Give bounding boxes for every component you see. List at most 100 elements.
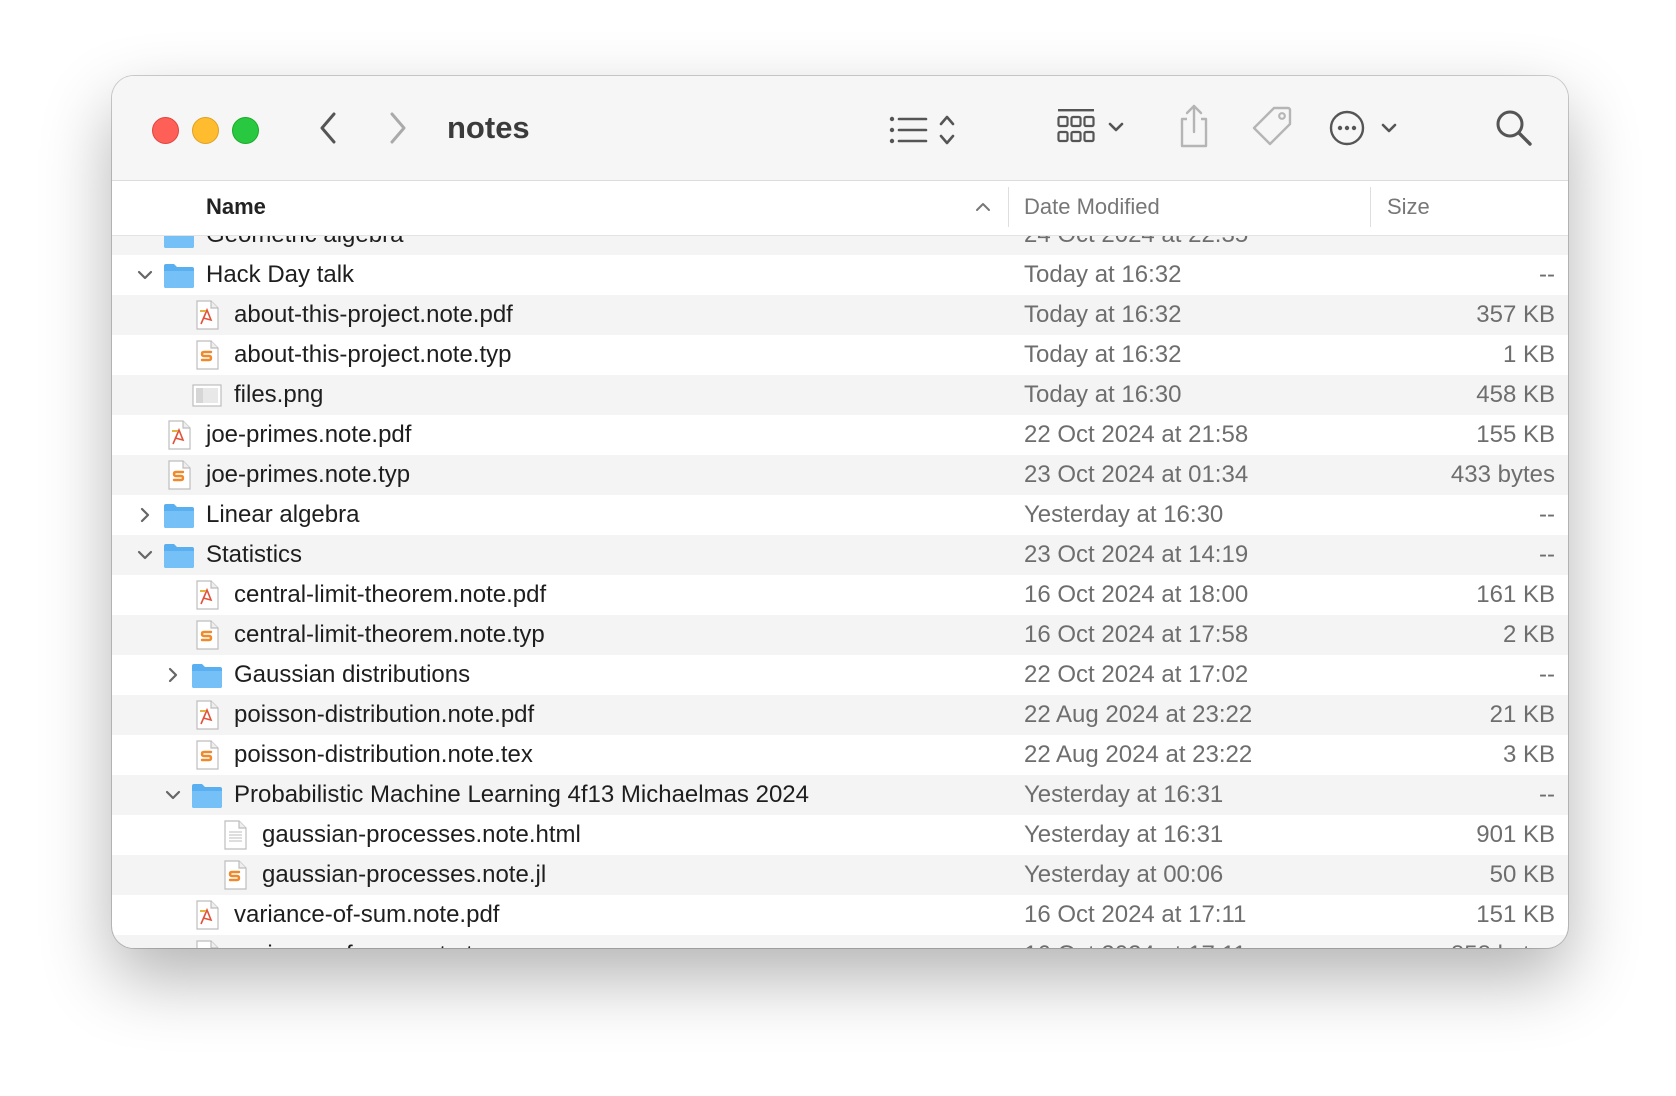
row-size: 151 KB xyxy=(1476,901,1555,928)
disclosure-open-icon[interactable] xyxy=(135,545,155,565)
minimize-button[interactable] xyxy=(192,117,219,144)
folder-row[interactable]: Hack Day talk Today at 16:32 -- xyxy=(112,255,1568,295)
column-header: Name Date Modified Size xyxy=(112,181,1568,236)
row-size: 858 bytes xyxy=(1451,941,1555,948)
row-date-modified: 22 Aug 2024 at 23:22 xyxy=(1024,741,1253,768)
folder-row[interactable]: Statistics 23 Oct 2024 at 14:19 -- xyxy=(112,535,1568,575)
row-size: 155 KB xyxy=(1476,421,1555,448)
share-button[interactable] xyxy=(1174,102,1214,150)
row-date-modified: Today at 16:32 xyxy=(1024,301,1182,328)
file-row[interactable]: poisson-distribution.note.pdf 22 Aug 2024… xyxy=(112,695,1568,735)
disclosure-open-icon[interactable] xyxy=(163,785,183,805)
row-name: Probabilistic Machine Learning 4f13 Mich… xyxy=(234,781,809,808)
pdf-file-icon xyxy=(190,900,224,930)
file-row[interactable]: central-limit-theorem.note.pdf 16 Oct 202… xyxy=(112,575,1568,615)
row-date-modified: Today at 16:32 xyxy=(1024,341,1182,368)
row-date-modified: Yesterday at 16:30 xyxy=(1024,501,1224,528)
row-size: 458 KB xyxy=(1476,381,1555,408)
row-size: 901 KB xyxy=(1476,821,1555,848)
chevron-right-icon xyxy=(390,112,406,144)
row-date-modified: 16 Oct 2024 at 17:11 xyxy=(1024,901,1247,928)
row-name: poisson-distribution.note.pdf xyxy=(234,701,535,728)
row-date-modified: 23 Oct 2024 at 01:34 xyxy=(1024,461,1249,488)
file-row[interactable]: gaussian-processes.note.html Yesterday at… xyxy=(112,815,1568,855)
close-button[interactable] xyxy=(152,117,179,144)
folder-icon xyxy=(162,540,196,570)
file-row[interactable]: files.png Today at 16:30 458 KB xyxy=(112,375,1568,415)
file-row[interactable]: joe-primes.note.pdf 22 Oct 2024 at 21:58 1… xyxy=(112,415,1568,455)
row-name: Hack Day talk xyxy=(206,261,355,288)
row-size: -- xyxy=(1539,661,1555,688)
grid-group-icon xyxy=(1057,109,1124,143)
row-date-modified: 22 Aug 2024 at 23:22 xyxy=(1024,701,1253,728)
source-file-icon xyxy=(218,860,252,890)
row-date-modified: Yesterday at 16:31 xyxy=(1024,821,1224,848)
row-name: Linear algebra xyxy=(206,501,360,528)
tag-icon xyxy=(1252,106,1292,146)
column-date-modified[interactable]: Date Modified xyxy=(1024,194,1160,220)
row-date-modified: 24 Oct 2024 at 22:35 xyxy=(1024,235,1248,249)
row-name: about-this-project.note.typ xyxy=(234,341,512,368)
row-name: joe-primes.note.typ xyxy=(206,461,411,488)
zoom-button[interactable] xyxy=(232,117,259,144)
group-button[interactable] xyxy=(1056,106,1132,150)
row-size: 1 KB xyxy=(1502,341,1555,368)
column-name[interactable]: Name xyxy=(206,194,266,220)
row-name: variance-of-sum.note.pdf xyxy=(234,901,500,928)
row-name: Geometric algebra xyxy=(206,235,403,249)
file-row[interactable]: poisson-distribution.note.tex 22 Aug 2024… xyxy=(112,735,1568,775)
finder-window: notes Name Date Modified Size Hack Day t… xyxy=(112,76,1568,948)
view-options-button[interactable] xyxy=(888,110,968,150)
row-name: variance-of-sum.note.typ xyxy=(234,941,498,948)
sort-ascending-icon xyxy=(976,203,990,211)
pdf-file-icon xyxy=(190,700,224,730)
row-size: 433 bytes xyxy=(1450,461,1555,488)
window-title: notes xyxy=(447,110,530,145)
file-row[interactable]: about-this-project.note.pdf Today at 16:3… xyxy=(112,295,1568,335)
folder-row[interactable]: Linear algebra Yesterday at 16:30 -- xyxy=(112,495,1568,535)
disclosure-open-icon[interactable] xyxy=(135,265,155,285)
folder-row[interactable]: Gaussian distributions 22 Oct 2024 at 17:… xyxy=(112,655,1568,695)
pdf-file-icon xyxy=(190,300,224,330)
tag-button[interactable] xyxy=(1250,104,1294,148)
source-file-icon xyxy=(190,620,224,650)
folder-row[interactable]: Geometric algebra 24 Oct 2024 at 22:35 xyxy=(112,235,1568,255)
row-name: poisson-distribution.note.tex xyxy=(234,741,533,768)
row-name: joe-primes.note.pdf xyxy=(206,421,412,448)
file-list[interactable]: Geometric algebra 24 Oct 2024 at 22:35 Hac… xyxy=(112,235,1568,948)
row-size: 21 KB xyxy=(1489,701,1555,728)
file-row[interactable]: variance-of-sum.note.typ 16 Oct 2024 at 1… xyxy=(112,935,1568,948)
row-name: central-limit-theorem.note.typ xyxy=(234,621,545,648)
disclosure-closed-icon[interactable] xyxy=(135,505,155,525)
more-actions-button[interactable] xyxy=(1328,106,1404,150)
row-name: gaussian-processes.note.jl xyxy=(262,861,547,888)
forward-button[interactable] xyxy=(382,106,414,150)
row-name: files.png xyxy=(234,381,324,408)
column-separator[interactable] xyxy=(1370,187,1371,227)
folder-icon xyxy=(162,500,196,530)
column-size[interactable]: Size xyxy=(1387,194,1430,220)
disclosure-closed-icon[interactable] xyxy=(163,665,183,685)
row-size: 3 KB xyxy=(1502,741,1555,768)
row-date-modified: 23 Oct 2024 at 14:19 xyxy=(1024,541,1249,568)
row-date-modified: 16 Oct 2024 at 18:00 xyxy=(1024,581,1249,608)
html-file-icon xyxy=(218,820,252,850)
row-date-modified: Yesterday at 00:06 xyxy=(1024,861,1224,888)
back-button[interactable] xyxy=(312,106,344,150)
file-row[interactable]: central-limit-theorem.note.typ 16 Oct 202… xyxy=(112,615,1568,655)
row-size: -- xyxy=(1539,261,1555,288)
folder-icon xyxy=(190,780,224,810)
file-row[interactable]: gaussian-processes.note.jl Yesterday at 0… xyxy=(112,855,1568,895)
file-row[interactable]: variance-of-sum.note.pdf 16 Oct 2024 at 1… xyxy=(112,895,1568,935)
list-view-icon xyxy=(889,115,955,145)
ellipsis-circle-icon xyxy=(1329,110,1397,146)
folder-row[interactable]: Probabilistic Machine Learning 4f13 Mich… xyxy=(112,775,1568,815)
row-size: 357 KB xyxy=(1476,301,1555,328)
column-separator[interactable] xyxy=(1008,187,1009,227)
row-date-modified: 16 Oct 2024 at 17:11 xyxy=(1024,941,1246,948)
row-date-modified: Today at 16:30 xyxy=(1024,381,1182,408)
file-row[interactable]: about-this-project.note.typ Today at 16:3… xyxy=(112,335,1568,375)
search-button[interactable] xyxy=(1492,106,1536,150)
file-row[interactable]: joe-primes.note.typ 23 Oct 2024 at 01:34 4… xyxy=(112,455,1568,495)
toolbar: notes xyxy=(112,76,1568,181)
